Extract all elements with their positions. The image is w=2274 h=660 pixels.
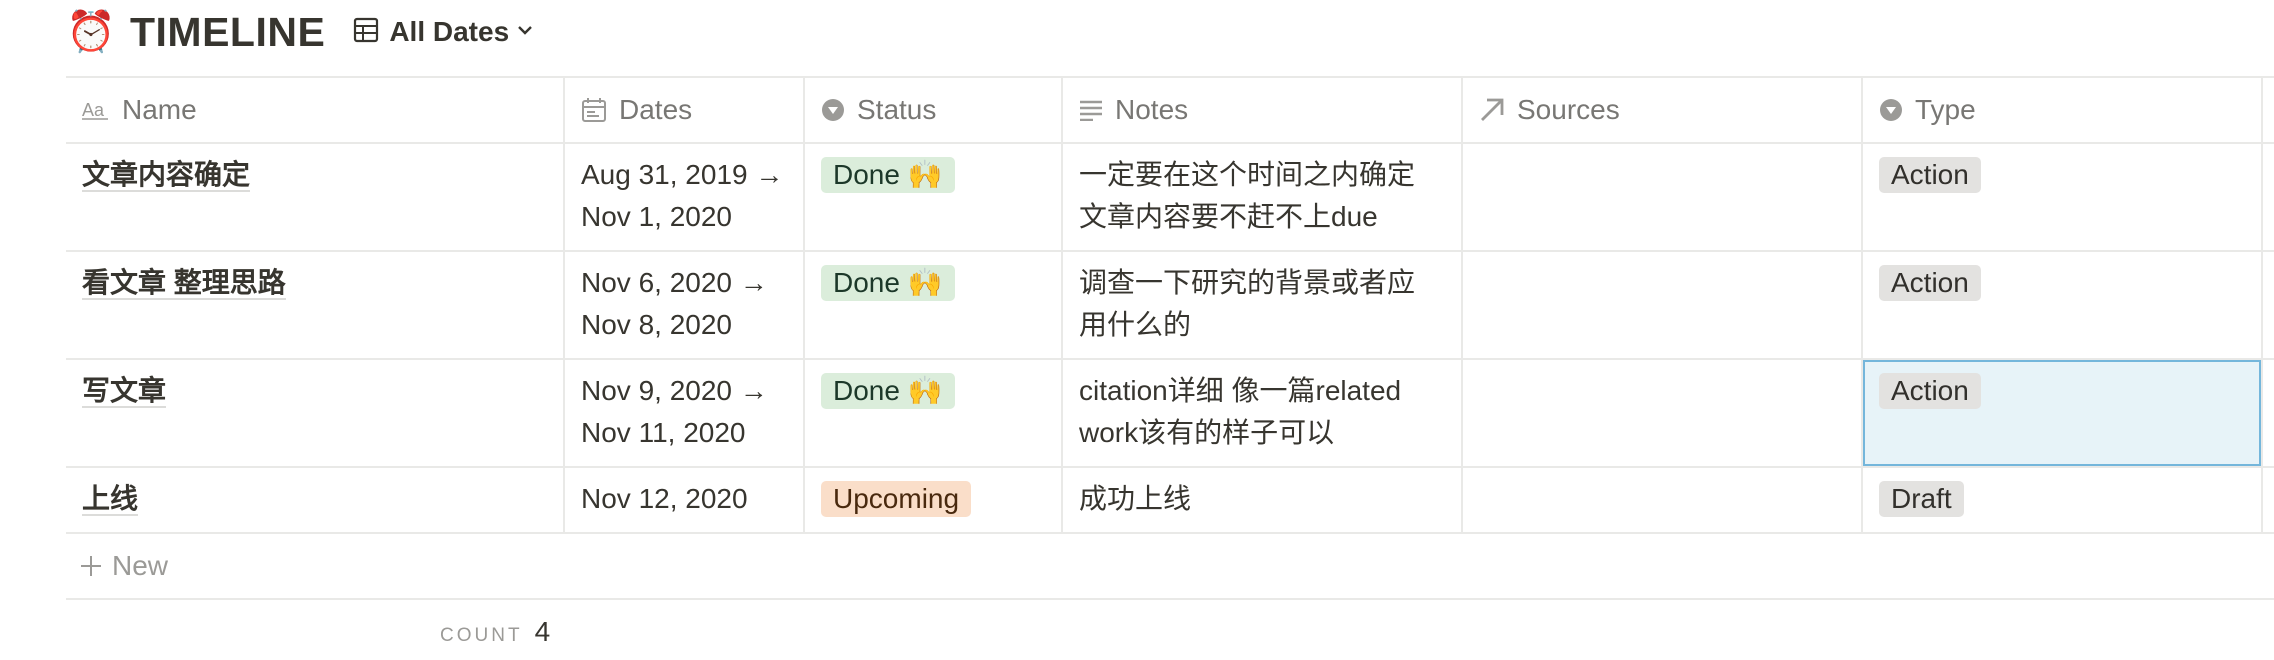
status-badge: Done 🙌: [821, 157, 955, 193]
type-cell[interactable]: Draft: [1863, 468, 2263, 532]
notes-cell[interactable]: 成功上线: [1063, 468, 1463, 532]
notes-line: 成功上线: [1079, 483, 1192, 514]
overflow-cell: [2263, 144, 2274, 250]
column-header-dates[interactable]: Dates: [565, 78, 805, 142]
notes-line: citation详细 像一篇related: [1079, 375, 1402, 406]
column-header-label: Type: [1915, 94, 1976, 125]
row-title[interactable]: 写文章: [82, 375, 167, 408]
date-start: Nov 9, 2020 →: [581, 375, 768, 406]
date-end: Nov 8, 2020: [581, 309, 732, 340]
row-title[interactable]: 上线: [82, 483, 139, 516]
sources-cell[interactable]: [1463, 252, 1863, 358]
column-header-label: Notes: [1115, 94, 1189, 125]
page-header: ⏰ TIMELINE All Dates: [66, 6, 539, 58]
notes-line: work该有的样子可以: [1079, 417, 1335, 448]
status-cell[interactable]: Done 🙌: [805, 144, 1063, 250]
status-cell[interactable]: Upcoming: [805, 468, 1063, 532]
notes-cell[interactable]: 一定要在这个时间之内确定 文章内容要不赶不上due: [1063, 144, 1463, 250]
view-switcher[interactable]: All Dates: [347, 12, 539, 52]
status-badge: Done 🙌: [821, 265, 955, 301]
calendar-icon: [581, 97, 607, 123]
name-cell[interactable]: 看文章 整理思路: [66, 252, 565, 358]
column-header-notes[interactable]: Notes: [1063, 78, 1463, 142]
column-header-label: Dates: [619, 94, 693, 125]
name-cell[interactable]: 文章内容确定: [66, 144, 565, 250]
select-icon: [821, 98, 845, 122]
view-name: All Dates: [389, 16, 510, 47]
type-cell-selected[interactable]: Action: [1863, 360, 2263, 466]
chevron-down-icon: [517, 23, 533, 41]
column-header-sources[interactable]: Sources: [1463, 78, 1863, 142]
type-badge: Action: [1879, 265, 1981, 301]
table-view-icon: [353, 17, 379, 48]
new-label: New: [112, 550, 169, 581]
page-title[interactable]: TIMELINE: [130, 9, 325, 56]
dates-cell[interactable]: Aug 31, 2019 → Nov 1, 2020: [565, 144, 805, 250]
table-row: 看文章 整理思路 Nov 6, 2020 → Nov 8, 2020 Done 🙌…: [66, 252, 2274, 360]
row-title[interactable]: 文章内容确定: [82, 159, 251, 192]
type-badge: Action: [1879, 373, 1981, 409]
add-new-row-button[interactable]: New: [66, 534, 2274, 600]
text-property-icon: Aa: [82, 99, 110, 121]
column-overflow: [2263, 78, 2274, 142]
notes-line: 一定要在这个时间之内确定: [1079, 159, 1416, 190]
name-cell[interactable]: 上线: [66, 468, 565, 532]
overflow-cell: [2263, 252, 2274, 358]
column-header-label: Name: [122, 94, 197, 125]
type-cell[interactable]: Action: [1863, 252, 2263, 358]
column-header-label: Status: [857, 94, 937, 125]
row-title[interactable]: 看文章 整理思路: [82, 267, 286, 300]
type-badge: Action: [1879, 157, 1981, 193]
status-badge: Done 🙌: [821, 373, 955, 409]
type-badge: Draft: [1879, 481, 1964, 517]
count-value: 4: [534, 616, 551, 647]
text-lines-icon: [1079, 99, 1103, 121]
column-header-type[interactable]: Type: [1863, 78, 2263, 142]
table-header-row: Aa Name Dates Status Notes Sources Type: [66, 78, 2274, 144]
notes-line: 文章内容要不赶不上due: [1079, 201, 1378, 232]
date-start: Nov 12, 2020: [581, 483, 748, 514]
notes-cell[interactable]: 调查一下研究的背景或者应 用什么的: [1063, 252, 1463, 358]
notes-line: 调查一下研究的背景或者应: [1079, 267, 1416, 298]
notes-cell[interactable]: citation详细 像一篇related work该有的样子可以: [1063, 360, 1463, 466]
overflow-cell: [2263, 360, 2274, 466]
select-icon: [1879, 98, 1903, 122]
calculation-count[interactable]: COUNT 4: [440, 616, 550, 648]
dates-cell[interactable]: Nov 12, 2020: [565, 468, 805, 532]
relation-arrow-icon: [1479, 97, 1505, 123]
svg-text:Aa: Aa: [82, 100, 105, 120]
date-start: Nov 6, 2020 →: [581, 267, 768, 298]
table-row: 上线 Nov 12, 2020 Upcoming 成功上线 Draft: [66, 468, 2274, 534]
overflow-cell: [2263, 468, 2274, 532]
dates-cell[interactable]: Nov 9, 2020 → Nov 11, 2020: [565, 360, 805, 466]
sources-cell[interactable]: [1463, 468, 1863, 532]
name-cell[interactable]: 写文章: [66, 360, 565, 466]
alarm-clock-icon[interactable]: ⏰: [66, 12, 116, 52]
sources-cell[interactable]: [1463, 360, 1863, 466]
status-cell[interactable]: Done 🙌: [805, 252, 1063, 358]
notes-line: 用什么的: [1079, 309, 1192, 340]
count-label: COUNT: [440, 625, 523, 646]
type-cell[interactable]: Action: [1863, 144, 2263, 250]
column-header-name[interactable]: Aa Name: [66, 78, 565, 142]
table-row: 文章内容确定 Aug 31, 2019 → Nov 1, 2020 Done 🙌 …: [66, 144, 2274, 252]
date-end: Nov 1, 2020: [581, 201, 732, 232]
sources-cell[interactable]: [1463, 144, 1863, 250]
status-cell[interactable]: Done 🙌: [805, 360, 1063, 466]
date-start: Aug 31, 2019 →: [581, 159, 784, 190]
column-header-label: Sources: [1517, 94, 1620, 125]
dates-cell[interactable]: Nov 6, 2020 → Nov 8, 2020: [565, 252, 805, 358]
table-row: 写文章 Nov 9, 2020 → Nov 11, 2020 Done 🙌 cit…: [66, 360, 2274, 468]
date-end: Nov 11, 2020: [581, 417, 746, 448]
column-header-status[interactable]: Status: [805, 78, 1063, 142]
plus-icon: [80, 555, 102, 577]
status-badge: Upcoming: [821, 481, 972, 517]
database-table: Aa Name Dates Status Notes Sources Type …: [66, 76, 2274, 600]
